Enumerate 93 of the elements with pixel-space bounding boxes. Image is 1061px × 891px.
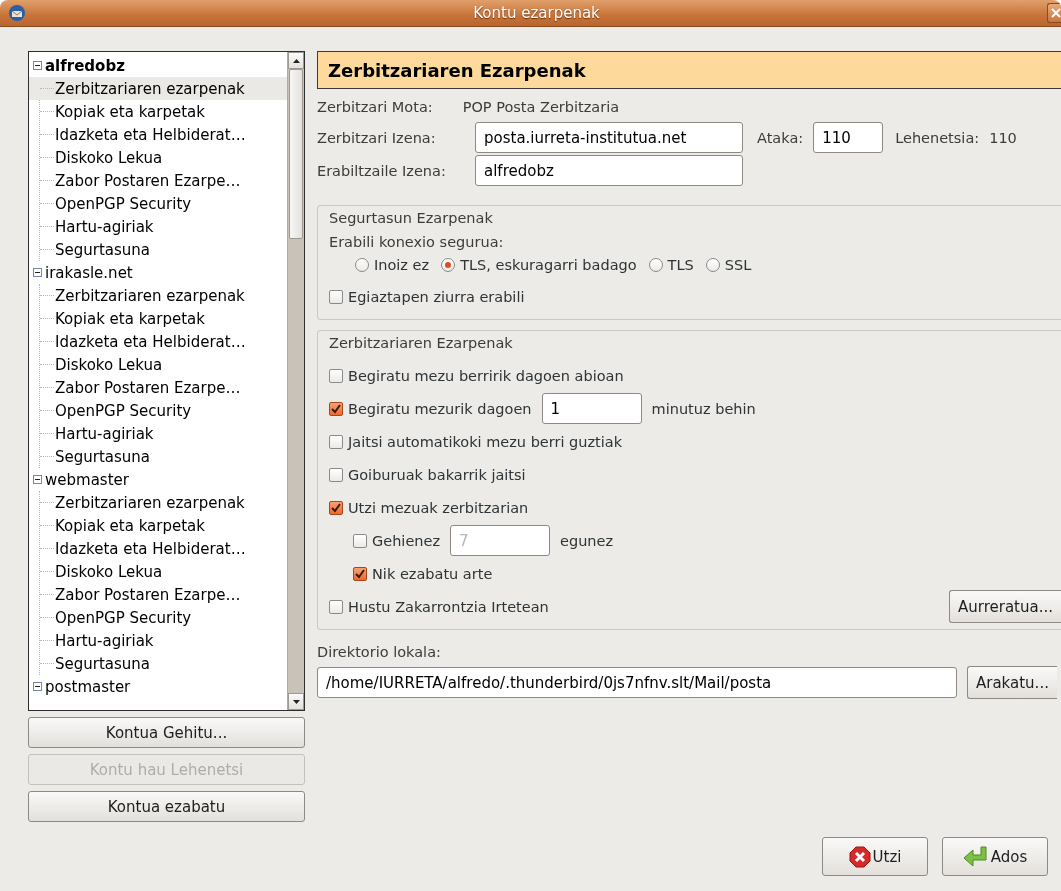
tree-item[interactable]: OpenPGP Security: [29, 192, 287, 215]
account-name[interactable]: alfredobz: [45, 56, 125, 75]
radio-button[interactable]: [355, 258, 369, 272]
radio-button[interactable]: [705, 258, 720, 272]
directory-field[interactable]: /home/IURRETA/alfredo/.thunderbird/0js7nfnv.slt/Mail/posta: [317, 667, 957, 698]
option-label: Begiratu mezurik dagoen: [348, 400, 532, 417]
dialog-button[interactable]: Utzi: [822, 837, 928, 876]
tree-item[interactable]: Idazketa eta Helbiderat…: [29, 330, 287, 353]
option-label: TLS, eskuragarri badago: [460, 257, 637, 273]
checkbox[interactable]: [329, 500, 343, 515]
account-button[interactable]: Kontua Gehitu...: [28, 717, 305, 748]
option-label: Hustu Zakarrontzia Irtetean: [348, 598, 549, 615]
checkbox[interactable]: [329, 434, 343, 449]
checkbox[interactable]: [353, 533, 367, 548]
tree-item[interactable]: Hartu-agiriak: [29, 422, 287, 445]
tree-item[interactable]: Zerbitzariaren ezarpenak: [29, 491, 287, 514]
tree-item[interactable]: Kopiak eta karpetak: [29, 307, 287, 330]
up-arrow-icon: [292, 58, 300, 63]
radio-button[interactable]: [648, 258, 663, 272]
tree-item[interactable]: Zabor Postaren Ezarpe…: [29, 376, 287, 399]
option-label: Nik ezabatu arte: [372, 565, 493, 582]
option-label: Utzi mezuak zerbitzarian: [348, 499, 529, 516]
checkbox[interactable]: [329, 289, 343, 304]
tree-item[interactable]: Idazketa eta Helbiderat…: [29, 123, 287, 146]
dialog-button[interactable]: Ados: [942, 837, 1048, 876]
tree-item[interactable]: OpenPGP Security: [29, 606, 287, 629]
scroll-thumb[interactable]: [289, 69, 303, 239]
tree-item[interactable]: Zerbitzariaren ezarpenak: [29, 77, 287, 100]
checkbox[interactable]: [329, 467, 343, 482]
scrollbar[interactable]: [287, 52, 304, 710]
tree-item[interactable]: Zabor Postaren Ezarpe…: [29, 169, 287, 192]
option-label: TLS: [667, 257, 694, 273]
tree-item[interactable]: OpenPGP Security: [29, 399, 287, 422]
tree-item[interactable]: Idazketa eta Helbiderat…: [29, 537, 287, 560]
page-title: Zerbitzariaren Ezarpenak: [317, 51, 1061, 89]
tree-item[interactable]: Segurtasuna: [29, 652, 287, 675]
collapse-icon[interactable]: [33, 268, 42, 277]
user-name-field[interactable]: alfredobz: [475, 155, 743, 186]
tree-item[interactable]: Hartu-agiriak: [29, 629, 287, 652]
server-name-field[interactable]: posta.iurreta-institutua.net: [475, 122, 743, 153]
checkbox[interactable]: [329, 368, 343, 383]
field-label: Erabiltzaile Izena:: [317, 162, 447, 179]
window-title: Kontu ezarpenak: [472, 4, 601, 22]
field-label: Zerbitzari Mota:: [317, 99, 433, 115]
cancel-icon: [848, 845, 871, 868]
field-label: Zerbitzari Izena:: [317, 129, 437, 146]
close-icon: [1051, 8, 1061, 18]
field-label: Erabili konexio segurua:: [329, 234, 504, 250]
tree-item[interactable]: Diskoko Lekua: [29, 146, 287, 169]
radio-button[interactable]: [441, 258, 456, 272]
option-label: Inoiz ez: [374, 257, 430, 273]
account-name[interactable]: webmaster: [45, 470, 129, 489]
tree-item[interactable]: Kopiak eta karpetak: [29, 514, 287, 537]
browse-button[interactable]: Arakatu...: [967, 666, 1057, 699]
close-button[interactable]: [1047, 3, 1061, 23]
tree-item[interactable]: Zerbitzariaren ezarpenak: [29, 284, 287, 307]
enter-arrow-icon: [962, 845, 989, 868]
option-label: Begiratu mezu berririk dagoen abioan: [348, 367, 624, 384]
tree-item[interactable]: Segurtasuna: [29, 238, 287, 261]
port-field[interactable]: 110: [813, 122, 884, 153]
number-field[interactable]: 1: [541, 393, 642, 424]
option-label: Jaitsi automatikoki mezu berri guztiak: [348, 433, 623, 450]
collapse-icon[interactable]: [33, 61, 42, 70]
tree-item[interactable]: Diskoko Lekua: [29, 560, 287, 583]
checkbox[interactable]: [353, 566, 367, 581]
field-label: Lehenetsia:: [895, 129, 980, 146]
tree-item[interactable]: Zabor Postaren Ezarpe…: [29, 583, 287, 606]
mail-app-icon: [8, 4, 26, 22]
account-name[interactable]: irakasle.net: [45, 263, 133, 282]
tree-item[interactable]: Diskoko Lekua: [29, 353, 287, 376]
group-title: Zerbitzariaren Ezarpenak: [329, 335, 514, 351]
server-type-value: POP Posta Zerbitzaria: [462, 99, 620, 115]
account-name[interactable]: postmaster: [45, 677, 131, 696]
unit-label: minutuz behin: [651, 400, 756, 417]
checkbox[interactable]: [329, 599, 343, 614]
option-label: Egiaztapen ziurra erabili: [348, 288, 525, 305]
field-label: Ataka:: [757, 129, 804, 146]
option-label: SSL: [724, 257, 752, 273]
tree-item[interactable]: Segurtasuna: [29, 445, 287, 468]
collapse-icon[interactable]: [33, 682, 42, 691]
account-button[interactable]: Kontua ezabatu: [28, 791, 305, 822]
option-label: Goiburuak bakarrik jaitsi: [348, 466, 526, 483]
advanced-button[interactable]: Aurreratua...: [949, 590, 1061, 623]
checkbox[interactable]: [329, 401, 343, 416]
group-title: Segurtasun Ezarpenak: [329, 210, 494, 226]
field-label: Direktorio lokala:: [317, 644, 442, 660]
collapse-icon[interactable]: [33, 475, 42, 484]
tree-item[interactable]: Hartu-agiriak: [29, 215, 287, 238]
default-port-value: 110: [989, 129, 1017, 146]
down-arrow-icon: [292, 699, 300, 704]
unit-label: egunez: [560, 532, 614, 549]
option-label: Gehienez: [372, 532, 441, 549]
tree-item[interactable]: Kopiak eta karpetak: [29, 100, 287, 123]
